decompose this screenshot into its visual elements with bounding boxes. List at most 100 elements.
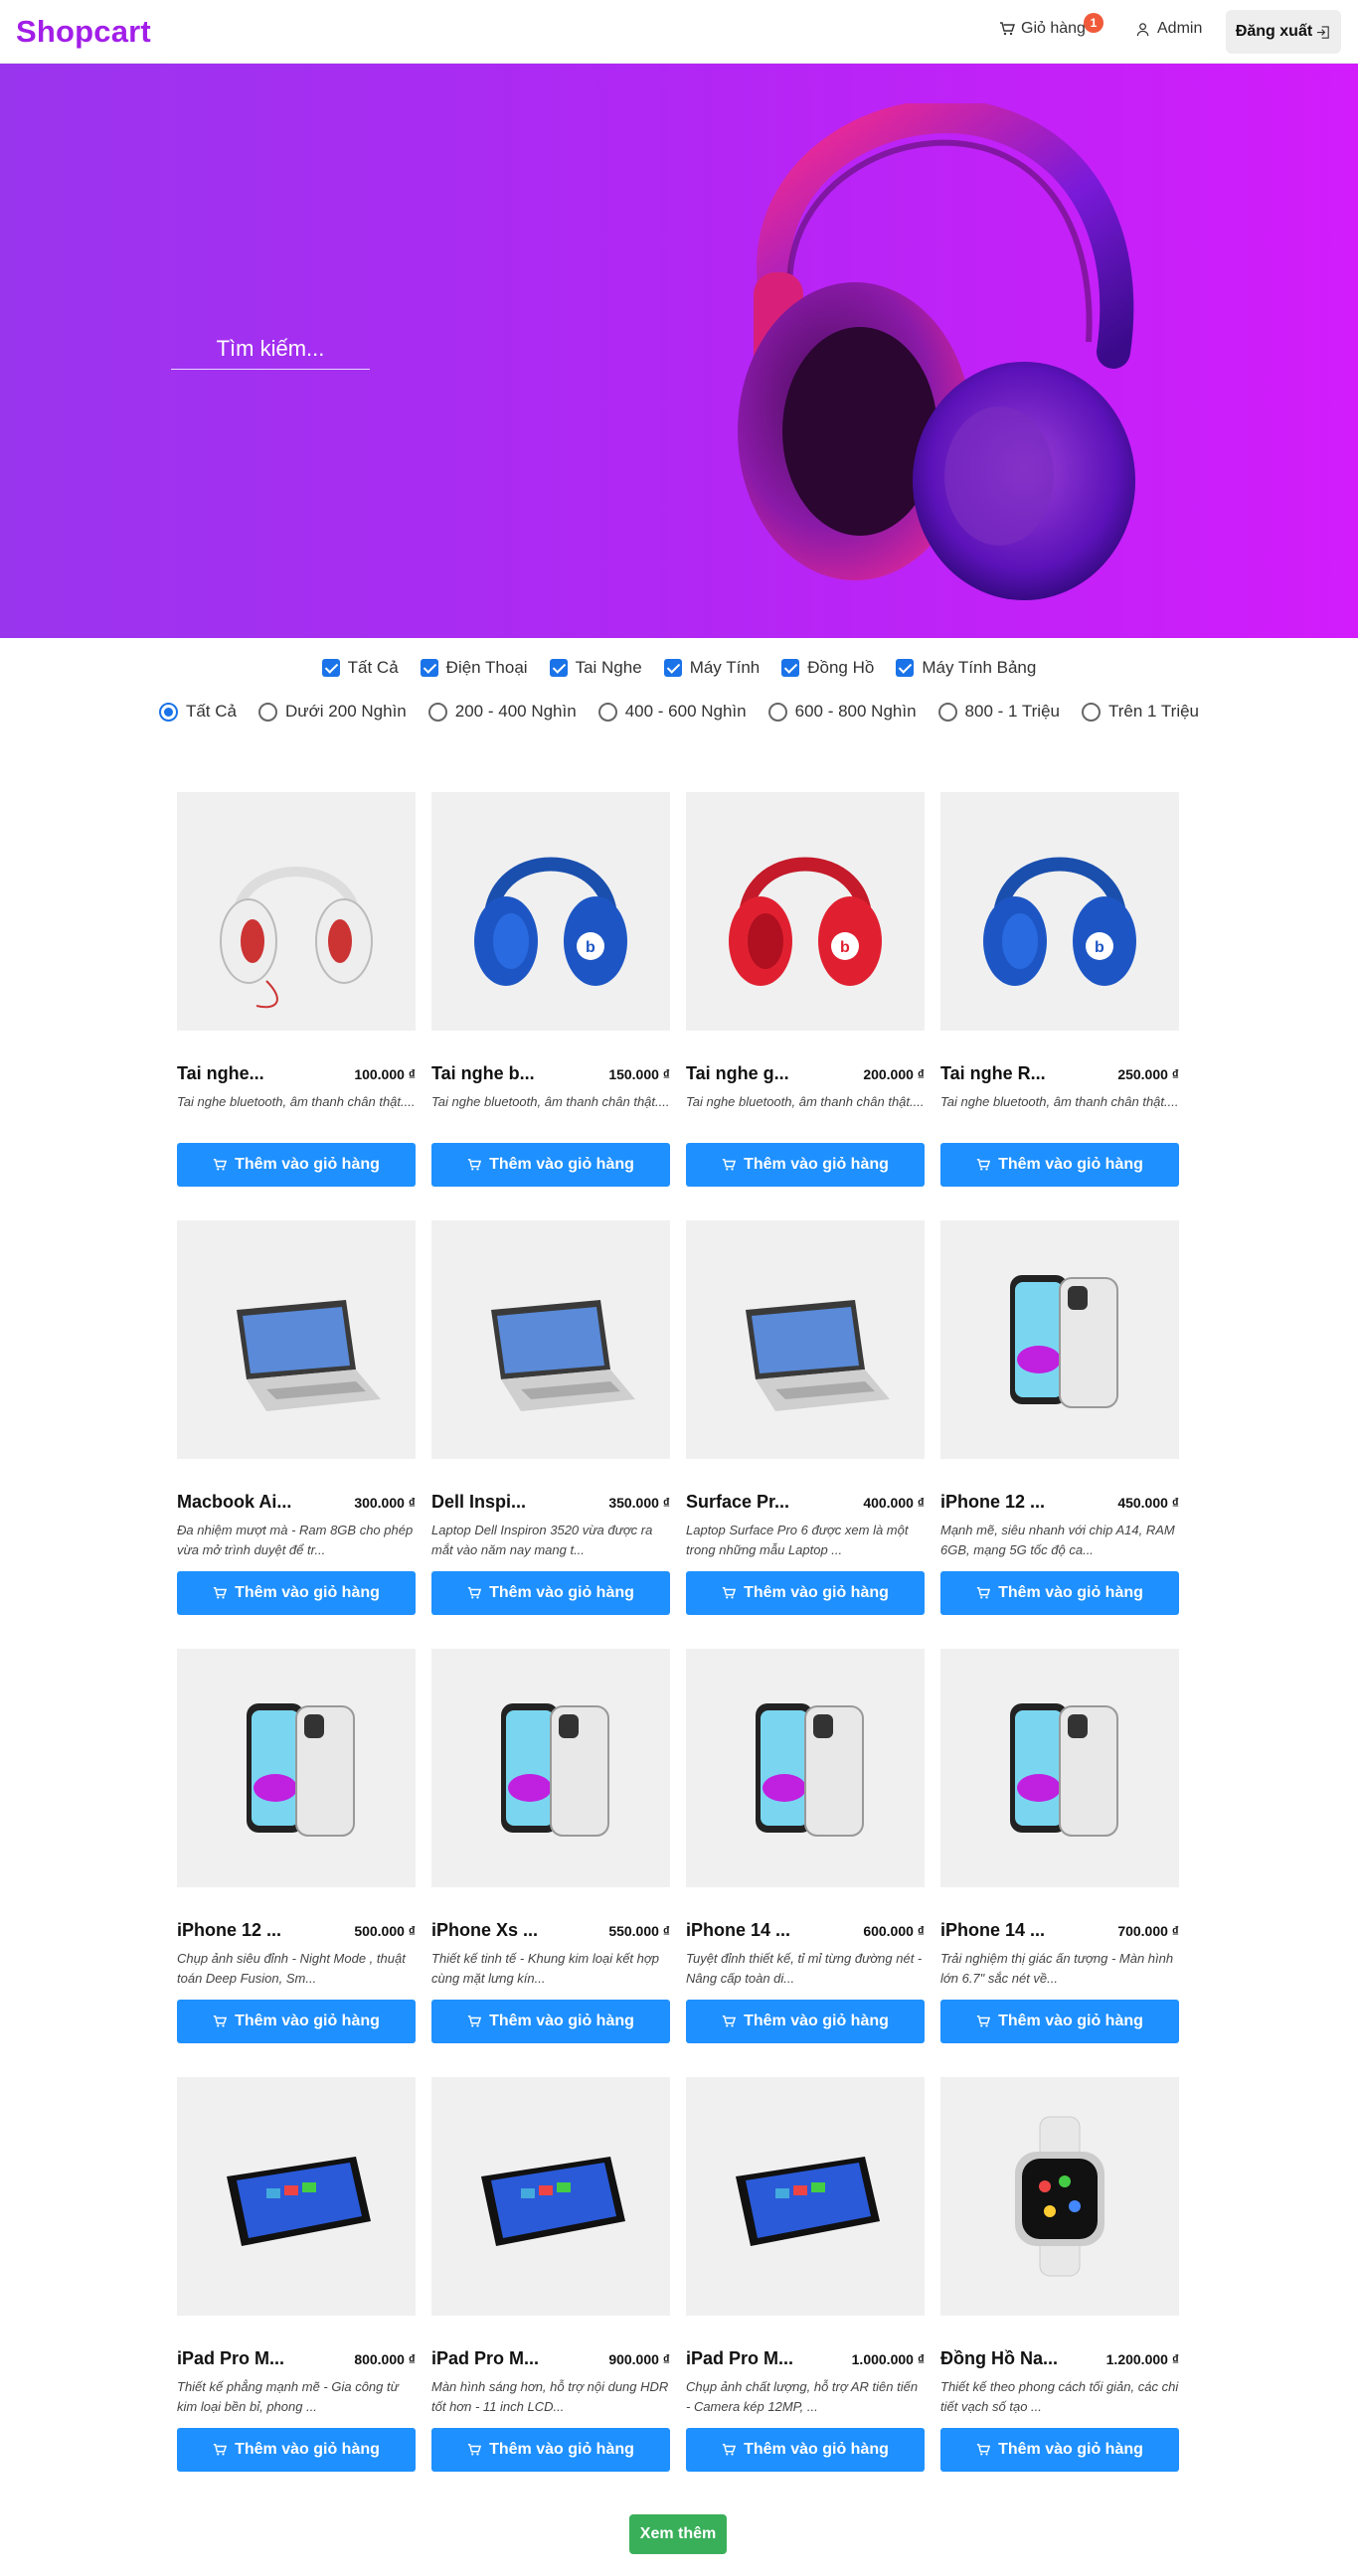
radio-icon[interactable]: [937, 702, 957, 722]
radio-icon[interactable]: [1081, 702, 1101, 722]
product-name[interactable]: Tai nghe g...: [686, 1063, 789, 1084]
price-filter-all[interactable]: Tất Cả: [158, 702, 237, 722]
product-name[interactable]: Tai nghe...: [177, 1063, 264, 1084]
product-image[interactable]: [686, 1220, 925, 1459]
product-name[interactable]: iPad Pro M...: [177, 2348, 284, 2369]
price-filter-200-400[interactable]: 200 - 400 Nghìn: [427, 702, 577, 722]
product-image[interactable]: b: [431, 792, 670, 1031]
product-image[interactable]: [686, 2077, 925, 2316]
category-filter-headphone[interactable]: Tai Nghe: [549, 658, 642, 678]
price-label: 400 - 600 Nghìn: [624, 702, 747, 721]
product-image[interactable]: b: [686, 792, 925, 1031]
add-to-cart-button[interactable]: Thêm vào giỏ hàng: [940, 2000, 1179, 2043]
add-to-cart-button[interactable]: Thêm vào giỏ hàng: [686, 1571, 925, 1615]
checkbox-checked-icon[interactable]: [420, 659, 438, 677]
add-to-cart-label: Thêm vào giỏ hàng: [998, 2441, 1143, 2458]
hero-search: [171, 330, 370, 370]
checkbox-checked-icon[interactable]: [663, 659, 682, 677]
add-to-cart-button[interactable]: Thêm vào giỏ hàng: [431, 2000, 670, 2043]
add-to-cart-button[interactable]: Thêm vào giỏ hàng: [431, 1571, 670, 1615]
price-filter-600-800[interactable]: 600 - 800 Nghìn: [767, 702, 917, 722]
product-image[interactable]: [940, 2077, 1179, 2316]
category-filter-computer[interactable]: Máy Tính: [663, 658, 760, 678]
phone-icon: [247, 1703, 355, 1837]
logout-button[interactable]: Đăng xuất: [1226, 10, 1341, 54]
add-to-cart-button[interactable]: Thêm vào giỏ hàng: [686, 2428, 925, 2472]
add-to-cart-button[interactable]: Thêm vào giỏ hàng: [686, 1143, 925, 1187]
cart-icon: [722, 1159, 737, 1171]
phone-icon: [1010, 1275, 1118, 1408]
product-name[interactable]: Tai nghe b...: [431, 1063, 535, 1084]
product-image[interactable]: [940, 1649, 1179, 1887]
product-price: 900.000 ₫: [608, 2351, 670, 2367]
add-to-cart-button[interactable]: Thêm vào giỏ hàng: [940, 1143, 1179, 1187]
add-to-cart-label: Thêm vào giỏ hàng: [489, 1584, 634, 1601]
product-name[interactable]: iPhone Xs ...: [431, 1920, 538, 1941]
product-image[interactable]: [177, 792, 416, 1031]
cart-link[interactable]: Giỏ hàng: [999, 20, 1086, 38]
add-to-cart-button[interactable]: Thêm vào giỏ hàng: [177, 2428, 416, 2472]
logout-label: Đăng xuất: [1235, 23, 1313, 40]
product-name[interactable]: Tai nghe R...: [940, 1063, 1046, 1084]
search-input[interactable]: [171, 330, 370, 368]
logo[interactable]: Shopcart: [16, 14, 151, 50]
product-image[interactable]: [940, 1220, 1179, 1459]
add-to-cart-button[interactable]: Thêm vào giỏ hàng: [177, 2000, 416, 2043]
product-name[interactable]: iPhone 14 ...: [686, 1920, 790, 1941]
price-filter-under-200[interactable]: Dưới 200 Nghìn: [258, 702, 407, 722]
add-to-cart-button[interactable]: Thêm vào giỏ hàng: [177, 1143, 416, 1187]
product-name[interactable]: iPhone 12 ...: [940, 1492, 1045, 1513]
product-image[interactable]: [431, 2077, 670, 2316]
product-card: iPad Pro M... 800.000 ₫ Thiết kế phẳng mạn…: [177, 2077, 416, 2505]
user-link[interactable]: Admin: [1136, 20, 1202, 38]
radio-icon[interactable]: [767, 702, 787, 722]
product-name[interactable]: iPhone 14 ...: [940, 1920, 1045, 1941]
checkbox-checked-icon[interactable]: [321, 659, 340, 677]
cart-icon: [213, 1159, 228, 1171]
product-image[interactable]: [177, 1220, 416, 1459]
product-image[interactable]: [431, 1649, 670, 1887]
add-to-cart-label: Thêm vào giỏ hàng: [235, 1584, 380, 1601]
product-name[interactable]: Macbook Ai...: [177, 1492, 291, 1513]
add-to-cart-button[interactable]: Thêm vào giỏ hàng: [940, 2428, 1179, 2472]
price-label: 200 - 400 Nghìn: [454, 702, 577, 721]
add-to-cart-button[interactable]: Thêm vào giỏ hàng: [431, 2428, 670, 2472]
user-label: Admin: [1157, 20, 1203, 37]
product-image[interactable]: [431, 1220, 670, 1459]
price-filter-over-1m[interactable]: Trên 1 Triệu: [1081, 702, 1199, 722]
product-name[interactable]: iPhone 12 ...: [177, 1920, 281, 1941]
product-image[interactable]: [686, 1649, 925, 1887]
add-to-cart-label: Thêm vào giỏ hàng: [235, 1156, 380, 1173]
radio-icon[interactable]: [427, 702, 447, 722]
product-name[interactable]: Đồng Hồ Na...: [940, 2348, 1058, 2369]
load-more-button[interactable]: Xem thêm: [629, 2514, 727, 2554]
product-description: Màn hình sáng hơn, hỗ trợ nội dung HDR t…: [431, 2379, 669, 2414]
product-image[interactable]: [177, 1649, 416, 1887]
category-filter-watch[interactable]: Đồng Hồ: [781, 658, 874, 678]
category-filter-tablet[interactable]: Máy Tính Bảng: [896, 658, 1036, 678]
product-description: Thiết kế phẳng mạnh mẽ - Gia công từ kim…: [177, 2379, 399, 2414]
category-label: Tất Cả: [347, 658, 399, 677]
cart-icon: [976, 1587, 991, 1599]
product-name[interactable]: Surface Pr...: [686, 1492, 789, 1513]
add-to-cart-button[interactable]: Thêm vào giỏ hàng: [940, 1571, 1179, 1615]
product-name[interactable]: iPad Pro M...: [686, 2348, 793, 2369]
radio-selected-icon[interactable]: [158, 702, 178, 722]
add-to-cart-button[interactable]: Thêm vào giỏ hàng: [177, 1571, 416, 1615]
add-to-cart-button[interactable]: Thêm vào giỏ hàng: [686, 2000, 925, 2043]
product-price: 700.000 ₫: [1117, 1923, 1179, 1939]
product-image[interactable]: [177, 2077, 416, 2316]
checkbox-checked-icon[interactable]: [896, 659, 915, 677]
category-filter-all[interactable]: Tất Cả: [321, 658, 399, 678]
price-filter-800-1m[interactable]: 800 - 1 Triệu: [937, 702, 1060, 722]
radio-icon[interactable]: [258, 702, 277, 722]
checkbox-checked-icon[interactable]: [549, 659, 568, 677]
product-image[interactable]: b: [940, 792, 1179, 1031]
checkbox-checked-icon[interactable]: [781, 659, 800, 677]
product-name[interactable]: Dell Inspi...: [431, 1492, 526, 1513]
add-to-cart-button[interactable]: Thêm vào giỏ hàng: [431, 1143, 670, 1187]
product-name[interactable]: iPad Pro M...: [431, 2348, 539, 2369]
radio-icon[interactable]: [597, 702, 617, 722]
category-filter-phone[interactable]: Điện Thoại: [420, 658, 528, 678]
price-filter-400-600[interactable]: 400 - 600 Nghìn: [597, 702, 747, 722]
